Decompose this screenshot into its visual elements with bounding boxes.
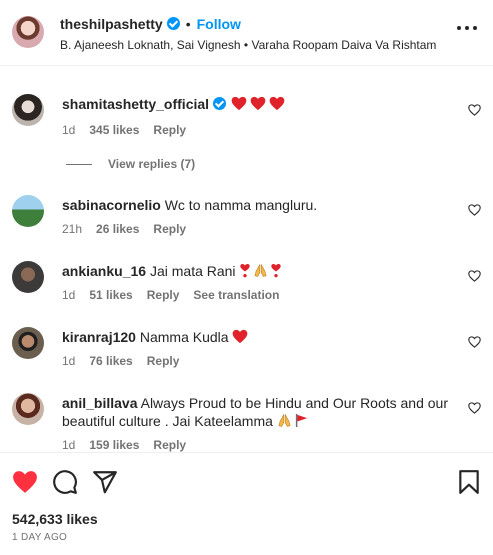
comment-body: Jai mata Rani <box>149 263 236 279</box>
post-username[interactable]: theshilpashetty <box>60 16 163 32</box>
comment-item: sabinacornelio Wc to namma mangluru. 21h… <box>0 190 493 246</box>
comment-item: anil_billava Always Proud to be Hindu an… <box>0 388 493 452</box>
heart-exclamation-icon <box>271 263 282 278</box>
comment-likes[interactable]: 345 likes <box>89 123 139 137</box>
comment-time[interactable]: 1d <box>62 288 75 302</box>
red-heart-icon <box>269 96 285 111</box>
separator-dot: • <box>185 16 191 32</box>
heart-exclamation-icon <box>240 263 251 278</box>
comment-username[interactable]: sabinacornelio <box>62 197 161 213</box>
comments-list[interactable]: shamitashetty_official 1d 345 likes Reply … <box>0 66 493 452</box>
post-actions: 542,633 likes 1 DAY AGO <box>0 452 493 555</box>
comment-meta: 1d 51 likes Reply See translation <box>62 288 293 302</box>
comment-username[interactable]: ankianku_16 <box>62 263 146 279</box>
comment-item: shamitashetty_official 1d 345 likes Reply … <box>0 88 493 178</box>
reply-button[interactable]: Reply <box>147 354 180 368</box>
comment-time[interactable]: 21h <box>62 222 82 236</box>
like-comment-heart-icon[interactable] <box>468 270 481 282</box>
comment-text: kiranraj120 Namma Kudla <box>62 328 452 346</box>
comment-time[interactable]: 1d <box>62 438 75 452</box>
avatar[interactable] <box>12 261 44 293</box>
save-bookmark-icon[interactable] <box>456 469 482 495</box>
comment-item: kiranraj120 Namma Kudla 1d 76 likes Reply <box>0 322 493 378</box>
comment-text: sabinacornelio Wc to namma mangluru. <box>62 196 452 214</box>
comment-likes[interactable]: 51 likes <box>89 288 132 302</box>
comment-likes[interactable]: 159 likes <box>89 438 139 452</box>
comment-text: ankianku_16 Jai mata Rani <box>62 262 452 280</box>
likes-count[interactable]: 542,633 likes <box>12 511 98 527</box>
comment-text: shamitashetty_official <box>62 95 452 113</box>
triangular-flag-icon <box>295 413 307 428</box>
post-time[interactable]: 1 DAY AGO <box>12 532 67 543</box>
comment-time[interactable]: 1d <box>62 354 75 368</box>
reply-button[interactable]: Reply <box>153 438 186 452</box>
comment-meta: 1d 76 likes Reply <box>62 354 193 368</box>
verified-badge-icon <box>166 17 180 30</box>
comment-likes[interactable]: 76 likes <box>89 354 132 368</box>
audio-attribution[interactable]: B. Ajaneesh Loknath, Sai Vignesh • Varah… <box>60 38 436 52</box>
like-comment-heart-icon[interactable] <box>468 104 481 116</box>
post-author: theshilpashetty • Follow <box>60 16 241 32</box>
comment-text: anil_billava Always Proud to be Hindu an… <box>62 394 452 430</box>
share-icon[interactable] <box>92 469 118 495</box>
verified-badge-icon <box>213 97 227 110</box>
comment-meta: 1d 345 likes Reply <box>62 123 200 137</box>
avatar[interactable] <box>12 195 44 227</box>
like-comment-heart-icon[interactable] <box>468 204 481 216</box>
comment-username[interactable]: kiranraj120 <box>62 329 136 345</box>
more-options-icon[interactable] <box>457 26 477 32</box>
liked-heart-icon[interactable] <box>12 469 38 495</box>
avatar[interactable] <box>12 94 44 126</box>
folded-hands-icon <box>254 264 267 277</box>
folded-hands-icon <box>278 414 291 427</box>
reply-button[interactable]: Reply <box>153 123 186 137</box>
comment-body: Wc to namma mangluru. <box>164 197 318 213</box>
like-comment-heart-icon[interactable] <box>468 336 481 348</box>
reply-button[interactable]: Reply <box>153 222 186 236</box>
comment-username[interactable]: anil_billava <box>62 395 137 411</box>
comment-icon[interactable] <box>52 469 78 495</box>
see-translation-button[interactable]: See translation <box>193 288 279 302</box>
avatar[interactable] <box>12 16 44 48</box>
comment-body: Namma Kudla <box>139 329 229 345</box>
avatar[interactable] <box>12 327 44 359</box>
avatar[interactable] <box>12 393 44 425</box>
post-header: theshilpashetty • Follow B. Ajaneesh Lokna… <box>0 0 493 66</box>
comment-meta: 1d 159 likes Reply <box>62 438 200 452</box>
comment-item: ankianku_16 Jai mata Rani 1d 51 likes Repl… <box>0 256 493 312</box>
red-heart-icon <box>233 329 248 344</box>
comment-meta: 21h 26 likes Reply <box>62 222 200 236</box>
comment-username[interactable]: shamitashetty_official <box>62 96 209 112</box>
like-comment-heart-icon[interactable] <box>468 402 481 414</box>
reply-button[interactable]: Reply <box>147 288 180 302</box>
comment-likes[interactable]: 26 likes <box>96 222 139 236</box>
red-heart-icon <box>250 96 266 111</box>
view-replies-button[interactable]: View replies (7) <box>62 157 195 171</box>
red-heart-icon <box>231 96 247 111</box>
follow-button[interactable]: Follow <box>197 16 241 32</box>
comment-time[interactable]: 1d <box>62 123 75 137</box>
